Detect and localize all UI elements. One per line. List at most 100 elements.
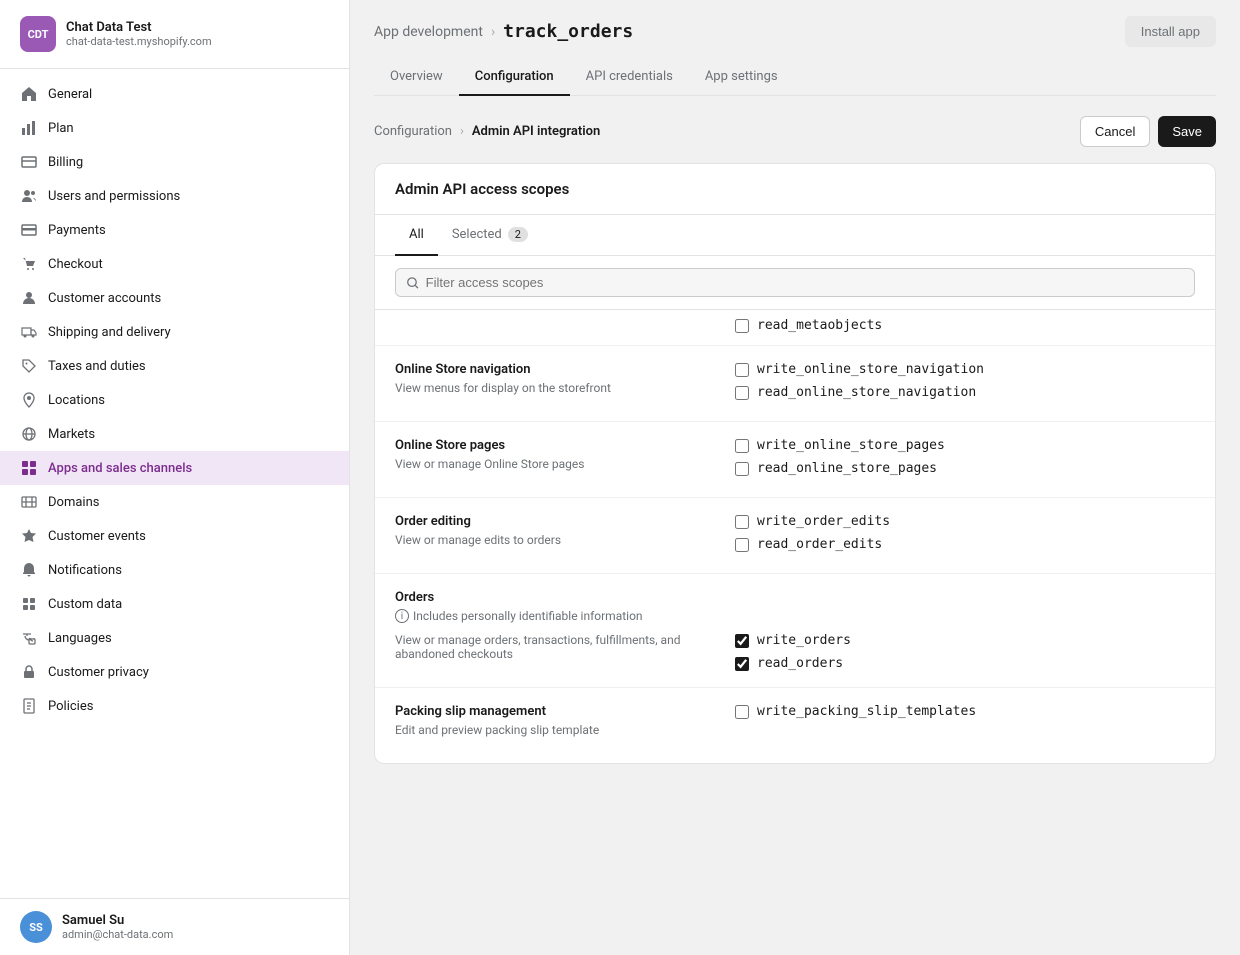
- filter-input[interactable]: [426, 275, 1184, 290]
- label-read-online-store-pages[interactable]: read_online_store_pages: [757, 461, 937, 476]
- checkbox-read-order-edits[interactable]: [735, 538, 749, 552]
- sidebar-item-apps[interactable]: Apps and sales channels: [0, 451, 349, 485]
- install-app-button[interactable]: Install app: [1125, 16, 1216, 47]
- scope-item-read-metaobjects: read_metaobjects: [735, 318, 1195, 333]
- scope-section-online-store-nav: Online Store navigation View menus for d…: [375, 346, 1215, 422]
- scope-section-desc-packing-slip: Edit and preview packing slip template: [395, 723, 715, 737]
- checkbox-read-online-store-navigation[interactable]: [735, 386, 749, 400]
- sub-actions: Cancel Save: [1080, 116, 1216, 147]
- sidebar-label-markets: Markets: [48, 427, 95, 442]
- billing-icon: [20, 153, 38, 171]
- sidebar-item-checkout[interactable]: Checkout: [0, 247, 349, 281]
- sidebar-item-locations[interactable]: Locations: [0, 383, 349, 417]
- checkbox-write-orders[interactable]: [735, 634, 749, 648]
- tab-overview[interactable]: Overview: [374, 59, 459, 96]
- scope-selected-badge: 2: [508, 227, 528, 242]
- sidebar-item-users[interactable]: Users and permissions: [0, 179, 349, 213]
- label-read-online-store-navigation[interactable]: read_online_store_navigation: [757, 385, 976, 400]
- home-icon: [20, 85, 38, 103]
- sidebar-item-billing[interactable]: Billing: [0, 145, 349, 179]
- sidebar-label-locations: Locations: [48, 393, 105, 408]
- scope-tab-selected[interactable]: Selected 2: [438, 215, 542, 256]
- checkbox-write-online-store-navigation[interactable]: [735, 363, 749, 377]
- label-read-order-edits[interactable]: read_order_edits: [757, 537, 882, 552]
- user-footer[interactable]: SS Samuel Su admin@chat-data.com: [0, 898, 349, 955]
- scope-tab-all[interactable]: All: [395, 215, 438, 256]
- partial-top-section: read_metaobjects: [375, 310, 1215, 346]
- label-write-online-store-navigation[interactable]: write_online_store_navigation: [757, 362, 984, 377]
- checkbox-read-online-store-pages[interactable]: [735, 462, 749, 476]
- truck-icon: [20, 323, 38, 341]
- scope-checks-col-online-store-pages: write_online_store_pages read_online_sto…: [735, 438, 1195, 476]
- sidebar-item-payments[interactable]: Payments: [0, 213, 349, 247]
- sidebar-item-languages[interactable]: Languages: [0, 621, 349, 655]
- sidebar-item-domains[interactable]: Domains: [0, 485, 349, 519]
- scope-body-orders: View or manage orders, transactions, ful…: [395, 633, 1195, 671]
- store-info: Chat Data Test chat-data-test.myshopify.…: [66, 20, 212, 48]
- card-title: Admin API access scopes: [395, 180, 1195, 198]
- sidebar: CDT Chat Data Test chat-data-test.myshop…: [0, 0, 350, 955]
- breadcrumb-current: track_orders: [503, 21, 633, 42]
- sidebar-item-general[interactable]: General: [0, 77, 349, 111]
- chart-icon: [20, 119, 38, 137]
- scope-section-online-store-pages: Online Store pages View or manage Online…: [375, 422, 1215, 498]
- label-write-order-edits[interactable]: write_order_edits: [757, 514, 890, 529]
- sidebar-item-shipping[interactable]: Shipping and delivery: [0, 315, 349, 349]
- scope-section-desc-online-store-pages: View or manage Online Store pages: [395, 457, 715, 471]
- scope-tabs: All Selected 2: [375, 215, 1215, 256]
- sidebar-item-customer-accounts[interactable]: Customer accounts: [0, 281, 349, 315]
- scope-body-packing-slip: Packing slip management Edit and preview…: [395, 704, 1195, 747]
- scope-section-info-orders: i Includes personally identifiable infor…: [395, 609, 1195, 623]
- scope-item-write-packing-slip-templates: write_packing_slip_templates: [735, 704, 1195, 719]
- api-scopes-card: Admin API access scopes All Selected 2: [374, 163, 1216, 764]
- bell-icon: [20, 561, 38, 579]
- search-icon: [406, 276, 420, 290]
- sidebar-item-customer-privacy[interactable]: Customer privacy: [0, 655, 349, 689]
- sidebar-item-taxes[interactable]: Taxes and duties: [0, 349, 349, 383]
- scope-item-read-order-edits: read_order_edits: [735, 537, 1195, 552]
- scope-item-read-online-store-navigation: read_online_store_navigation: [735, 385, 1195, 400]
- sidebar-item-customer-events[interactable]: Customer events: [0, 519, 349, 553]
- main-tabs: Overview Configuration API credentials A…: [374, 59, 1216, 96]
- sidebar-item-policies[interactable]: Policies: [0, 689, 349, 723]
- store-header[interactable]: CDT Chat Data Test chat-data-test.myshop…: [0, 0, 349, 69]
- checkbox-read-metaobjects[interactable]: [735, 319, 749, 333]
- store-avatar: CDT: [20, 16, 56, 52]
- scope-checks-col-packing-slip: write_packing_slip_templates: [735, 704, 1195, 719]
- label-write-packing-slip-templates[interactable]: write_packing_slip_templates: [757, 704, 976, 719]
- sidebar-label-customer-events: Customer events: [48, 529, 146, 544]
- checkbox-write-online-store-pages[interactable]: [735, 439, 749, 453]
- scope-section-desc-online-store-nav: View menus for display on the storefront: [395, 381, 715, 395]
- scope-item-read-online-store-pages: read_online_store_pages: [735, 461, 1195, 476]
- filter-row: [375, 256, 1215, 310]
- cancel-button[interactable]: Cancel: [1080, 116, 1150, 147]
- label-write-online-store-pages[interactable]: write_online_store_pages: [757, 438, 945, 453]
- label-read-orders[interactable]: read_orders: [757, 656, 843, 671]
- sidebar-label-customer-privacy: Customer privacy: [48, 665, 149, 680]
- scope-desc-col-online-store-nav: Online Store navigation View menus for d…: [395, 362, 715, 405]
- info-icon-orders: i: [395, 609, 409, 623]
- checkbox-read-orders[interactable]: [735, 657, 749, 671]
- checkbox-write-packing-slip-templates[interactable]: [735, 705, 749, 719]
- sidebar-item-markets[interactable]: Markets: [0, 417, 349, 451]
- checkbox-write-order-edits[interactable]: [735, 515, 749, 529]
- filter-input-wrap: [395, 268, 1195, 297]
- sidebar-item-custom-data[interactable]: Custom data: [0, 587, 349, 621]
- sidebar-label-domains: Domains: [48, 495, 99, 510]
- sub-breadcrumb-parent[interactable]: Configuration: [374, 124, 452, 139]
- label-read-metaobjects[interactable]: read_metaobjects: [757, 318, 882, 333]
- tab-configuration[interactable]: Configuration: [459, 59, 570, 96]
- breadcrumb-parent[interactable]: App development: [374, 24, 483, 40]
- sidebar-item-notifications[interactable]: Notifications: [0, 553, 349, 587]
- tab-api-credentials[interactable]: API credentials: [570, 59, 689, 96]
- scope-section-title-orders: Orders: [395, 590, 1195, 605]
- pin-icon: [20, 391, 38, 409]
- save-button[interactable]: Save: [1158, 116, 1216, 147]
- breadcrumb-separator: ›: [491, 24, 495, 40]
- content-area: Overview Configuration API credentials A…: [350, 47, 1240, 955]
- sidebar-nav: General Plan Billing Users and permissio…: [0, 69, 349, 898]
- sidebar-item-plan[interactable]: Plan: [0, 111, 349, 145]
- store-name: Chat Data Test: [66, 20, 212, 35]
- tab-app-settings[interactable]: App settings: [689, 59, 794, 96]
- label-write-orders[interactable]: write_orders: [757, 633, 851, 648]
